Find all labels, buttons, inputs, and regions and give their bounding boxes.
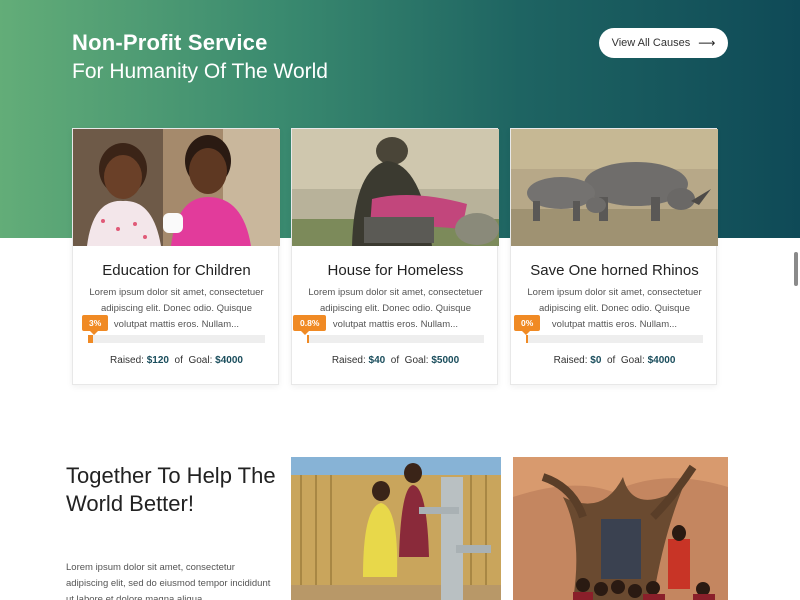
about-heading: Together To Help The World Better! (66, 463, 276, 516)
cause-image-homeless (292, 129, 499, 246)
cause-image-children (73, 129, 280, 246)
goal-label: Goal: (404, 355, 429, 366)
of-label: of (390, 355, 400, 366)
arrow-right-icon: ⟶ (698, 36, 716, 50)
raised-label: Raised: (331, 355, 366, 366)
cause-title[interactable]: House for Homeless (292, 262, 499, 279)
progress-percent-badge: 0% (514, 315, 541, 335)
cause-card-education[interactable]: Education for Children Lorem ipsum dolor… (72, 128, 280, 385)
goal-label: Goal: (620, 355, 645, 366)
goal-amount: $4000 (647, 355, 676, 366)
progress-bar (88, 335, 265, 343)
progress-bar (526, 335, 703, 343)
raised-goal-line: Raised: $0 of Goal: $4000 (511, 355, 718, 366)
progress-percent-badge: 3% (82, 315, 109, 335)
progress-bar-fill (526, 335, 528, 343)
raised-amount: $40 (368, 355, 386, 366)
photo-tree-class (513, 457, 728, 600)
cause-card-homeless[interactable]: House for Homeless Lorem ipsum dolor sit… (291, 128, 499, 385)
raised-label: Raised: (553, 355, 588, 366)
progress-bar-fill (88, 335, 94, 343)
photo-water-pump (291, 457, 501, 600)
cause-title[interactable]: Education for Children (73, 262, 280, 279)
view-all-causes-button[interactable]: View All Causes ⟶ (599, 28, 728, 58)
cause-card-rhinos[interactable]: Save One horned Rhinos Lorem ipsum dolor… (510, 128, 718, 385)
scrollbar-thumb[interactable] (794, 252, 798, 286)
of-label: of (174, 355, 183, 366)
raised-amount: $0 (590, 355, 602, 366)
goal-amount: $5000 (431, 355, 460, 366)
goal-amount: $4000 (215, 355, 243, 366)
progress-percent-badge: 0.8% (293, 315, 327, 335)
raised-label: Raised: (110, 355, 144, 366)
raised-goal-line: Raised: $40 of Goal: $5000 (292, 355, 499, 366)
cause-description: Lorem ipsum dolor sit amet, consectetuer… (89, 287, 264, 330)
raised-goal-line: Raised: $120 of Goal: $4000 (73, 355, 280, 366)
about-description: Lorem ipsum dolor sit amet, consectetur … (66, 562, 271, 600)
progress-bar-fill (307, 335, 309, 343)
progress-bar (307, 335, 484, 343)
hero-title: Non-Profit Service (72, 30, 268, 55)
of-label: of (606, 355, 616, 366)
raised-amount: $120 (146, 355, 169, 366)
cause-title[interactable]: Save One horned Rhinos (511, 262, 718, 279)
cause-description: Lorem ipsum dolor sit amet, consectetuer… (308, 287, 483, 330)
cause-description: Lorem ipsum dolor sit amet, consectetuer… (527, 287, 702, 330)
goal-label: Goal: (188, 355, 213, 366)
view-all-causes-label: View All Causes (611, 37, 691, 49)
hero-subtitle: For Humanity Of The World (72, 60, 328, 83)
cause-image-rhinos (511, 129, 718, 246)
